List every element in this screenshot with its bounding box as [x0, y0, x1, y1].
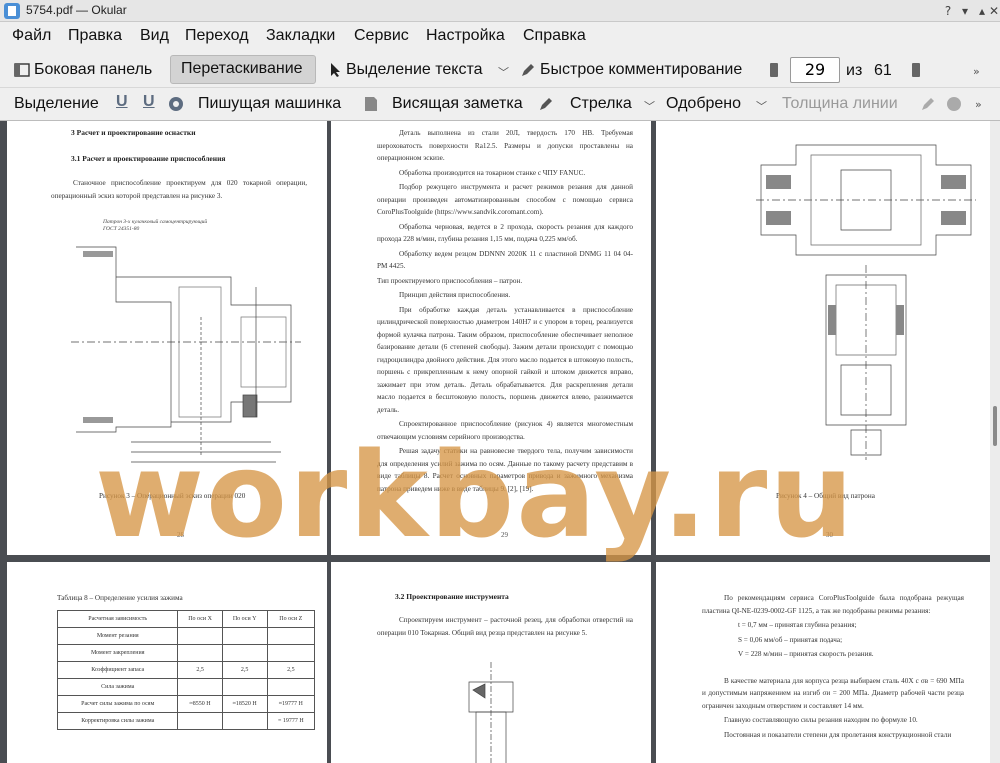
stamp-approved-button[interactable]: Одобрено: [666, 95, 741, 113]
minimize-icon[interactable]: ▾: [957, 3, 973, 19]
page-total: 61: [874, 62, 892, 79]
boring-tool-drawing: [468, 662, 514, 763]
typewriter-button[interactable]: Пишущая машинка: [198, 95, 341, 113]
menu-go[interactable]: Переход: [185, 27, 249, 45]
table-header: По оси Y: [221, 610, 268, 628]
opacity-icon[interactable]: [946, 96, 962, 112]
table-header: Расчетная зависимость: [56, 610, 179, 628]
toolbar2-overflow-icon[interactable]: »: [975, 98, 982, 111]
menu-edit[interactable]: Правка: [68, 27, 122, 45]
sidebar-label: Боковая панель: [34, 61, 153, 78]
subsection-heading: 3.2 Проектирование инструмента: [395, 592, 509, 601]
document-viewport[interactable]: 3 Расчет и проектирование оснастки 3.1 Р…: [0, 121, 990, 763]
figure-caption: Рисунок 3 – Операционный эскиз операции …: [99, 492, 246, 500]
menu-settings[interactable]: Настройка: [426, 27, 505, 45]
squiggly-icon[interactable]: U: [143, 93, 155, 111]
page-body-text: Деталь выполнена из стали 20Л, твердость…: [377, 129, 633, 493]
quick-comment-label: Быстрое комментирование: [540, 61, 743, 78]
drag-mode-label: Перетаскивание: [181, 60, 303, 77]
sidebar-button[interactable]: Боковая панель: [10, 56, 162, 84]
arrow-tool-icon: [540, 98, 552, 110]
table-header: По оси Z: [266, 610, 316, 628]
section-heading: 3 Расчет и проектирование оснастки: [71, 128, 196, 137]
figure-caption: Рисунок 4 – Общий вид патрона: [776, 492, 875, 500]
title-bar: 5754.pdf — Okular ? ▾ ▴ ✕: [0, 0, 1000, 22]
table-title: Таблица 8 – Определение усилия зажима: [57, 594, 183, 602]
operation-sketch-drawing: [71, 246, 301, 463]
toolbar-overflow-icon[interactable]: »: [973, 65, 980, 78]
table-row: Сила зажима: [56, 678, 316, 696]
selection-label[interactable]: Выделение: [14, 95, 99, 113]
pdf-page-33: По рекомендациям сервиса CoroPlusToolgui…: [656, 562, 990, 763]
text-select-button[interactable]: Выделение текста ﹀: [326, 56, 509, 84]
arrow-button[interactable]: Стрелка: [570, 95, 632, 113]
clamping-force-table: Расчетная зависимость По оси X По оси Y …: [56, 610, 316, 730]
menu-help[interactable]: Справка: [523, 27, 586, 45]
page-number: 28: [177, 531, 184, 539]
menu-file[interactable]: Файл: [12, 27, 51, 45]
pdf-page-29: Деталь выполнена из стали 20Л, твердость…: [331, 121, 651, 555]
page-body-text: По рекомендациям сервиса CoroPlusToolgui…: [702, 594, 964, 739]
window-title: 5754.pdf — Okular: [26, 3, 127, 17]
underline-icon[interactable]: U: [116, 93, 128, 111]
okular-app-icon: [4, 3, 20, 19]
stamp-icon[interactable]: [168, 96, 184, 112]
page-paragraph: Спроектируем инструмент – расточной резе…: [377, 616, 633, 637]
annotation-toolbar: Выделение U U Пишущая машинка Висящая за…: [0, 88, 1000, 121]
menu-view[interactable]: Вид: [140, 27, 169, 45]
pdf-page-28: 3 Расчет и проектирование оснастки 3.1 Р…: [7, 121, 327, 555]
table-header: По оси X: [177, 610, 223, 628]
close-icon[interactable]: ✕: [986, 3, 1000, 19]
vertical-scrollbar[interactable]: [990, 121, 1000, 763]
page-number-input[interactable]: 29: [790, 57, 840, 83]
previous-page-icon[interactable]: [766, 62, 782, 78]
subsection-heading: 3.1 Расчет и проектирование приспособлен…: [71, 154, 226, 163]
page-paragraph: Станочное приспособление проектируем для…: [51, 179, 307, 200]
page-number: 29: [501, 531, 508, 539]
table-row: Момент закрепления: [56, 644, 316, 662]
table-row: Корректировка силы зажима = 19777 Н: [56, 712, 316, 730]
stamp-chevron-icon[interactable]: ﹀: [756, 98, 767, 114]
table-row: Момент резания: [56, 627, 316, 645]
text-select-label: Выделение текста: [346, 61, 483, 78]
drawing-label: Патрон 3-х кулачковый самоцентрирующий Г…: [103, 219, 208, 232]
page-of-label: из: [846, 62, 863, 79]
sticky-note-button[interactable]: Висящая заметка: [392, 95, 523, 113]
sidebar-icon: [14, 63, 30, 77]
pdf-page-31: Таблица 8 – Определение усилия зажима Ра…: [7, 562, 327, 763]
pdf-page-32: 3.2 Проектирование инструмента Спроектир…: [331, 562, 651, 763]
table-row: Расчет силы зажима по осям ≈8550 Н ≈18520 …: [56, 695, 316, 713]
line-width-button[interactable]: Толщина линии: [782, 95, 898, 113]
color-icon[interactable]: [920, 96, 936, 112]
table-row: Коэффициент запаса 2,5 2,5 2,5: [56, 661, 316, 679]
menu-bookmarks[interactable]: Закладки: [266, 27, 335, 45]
main-toolbar: Боковая панель Перетаскивание Выделение …: [0, 52, 1000, 88]
next-page-icon[interactable]: [908, 62, 924, 78]
cursor-arrow-icon: [331, 63, 340, 77]
note-icon: [365, 97, 377, 111]
quick-comment-button[interactable]: Быстрое комментирование: [518, 56, 758, 84]
page-number: 30: [826, 531, 833, 539]
chuck-assembly-drawing: [756, 144, 976, 460]
pen-icon: [522, 64, 534, 76]
menu-bar: Файл Правка Вид Переход Закладки Сервис …: [0, 22, 1000, 52]
help-window-icon[interactable]: ?: [940, 3, 956, 19]
menu-tools[interactable]: Сервис: [354, 27, 409, 45]
scrollbar-thumb[interactable]: [993, 406, 997, 446]
drag-mode-button[interactable]: Перетаскивание: [170, 55, 316, 84]
arrow-chevron-icon[interactable]: ﹀: [644, 98, 655, 114]
pdf-page-30: Рисунок 4 – Общий вид патрона 30: [656, 121, 990, 555]
chevron-down-icon[interactable]: ﹀: [498, 64, 509, 80]
